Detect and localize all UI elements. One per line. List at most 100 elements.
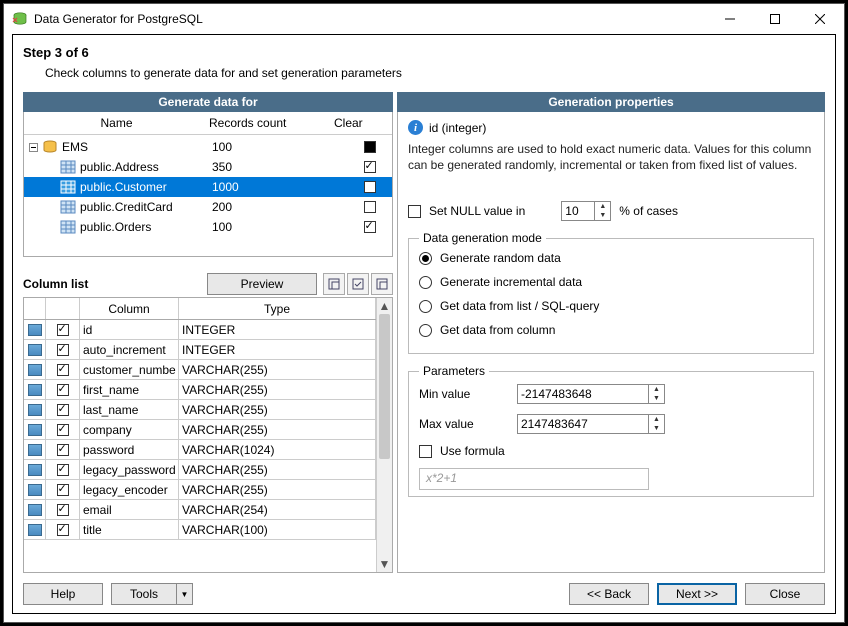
column-icon: [28, 424, 42, 436]
column-checkbox[interactable]: [57, 524, 69, 536]
column-row[interactable]: legacy_encoderVARCHAR(255): [24, 480, 376, 500]
column-icon: [28, 484, 42, 496]
close-button[interactable]: [797, 5, 842, 33]
column-info-title: id (integer): [429, 121, 486, 135]
tree-row[interactable]: public.Customer1000: [24, 177, 392, 197]
null-checkbox[interactable]: [408, 205, 421, 218]
mode-incremental-radio[interactable]: [419, 276, 432, 289]
column-icon: [28, 504, 42, 516]
clear-checkbox[interactable]: [364, 161, 376, 173]
column-scrollbar[interactable]: ▲ ▼: [376, 298, 392, 572]
column-name: legacy_password: [80, 460, 179, 480]
column-checkbox[interactable]: [57, 364, 69, 376]
column-type: VARCHAR(255): [179, 480, 376, 500]
tree-row[interactable]: public.Orders100: [24, 217, 392, 237]
mode-list-radio[interactable]: [419, 300, 432, 313]
tree-item-records: 100: [212, 140, 347, 154]
max-value-input[interactable]: [518, 415, 648, 433]
column-type: VARCHAR(255): [179, 360, 376, 380]
clear-checkbox[interactable]: [364, 181, 376, 193]
spinner-up-icon[interactable]: ▲: [595, 202, 610, 211]
min-value-spinner[interactable]: ▲▼: [517, 384, 665, 404]
column-name: auto_increment: [80, 340, 179, 360]
column-checkbox[interactable]: [57, 344, 69, 356]
column-checkbox[interactable]: [57, 384, 69, 396]
column-name: first_name: [80, 380, 179, 400]
null-label: Set NULL value in: [429, 204, 525, 218]
column-type: VARCHAR(255): [179, 400, 376, 420]
column-row[interactable]: emailVARCHAR(254): [24, 500, 376, 520]
column-row[interactable]: customer_numbeVARCHAR(255): [24, 360, 376, 380]
mode-random-radio[interactable]: [419, 252, 432, 265]
column-checkbox[interactable]: [57, 424, 69, 436]
null-suffix: % of cases: [619, 204, 678, 218]
use-formula-checkbox[interactable]: [419, 445, 432, 458]
column-checkbox[interactable]: [57, 464, 69, 476]
table-icon: [60, 220, 76, 234]
tree-row[interactable]: public.CreditCard200: [24, 197, 392, 217]
tree-item-records: 200: [212, 200, 347, 214]
minimize-button[interactable]: [707, 5, 752, 33]
close-footer-button[interactable]: Close: [745, 583, 825, 605]
formula-input[interactable]: x*2+1: [419, 468, 649, 490]
clear-checkbox[interactable]: [364, 201, 376, 213]
clear-checkbox[interactable]: [364, 221, 376, 233]
help-button[interactable]: Help: [23, 583, 103, 605]
scroll-up-icon[interactable]: ▲: [377, 298, 392, 314]
spinner-up-icon[interactable]: ▲: [649, 415, 664, 424]
min-value-input[interactable]: [518, 385, 648, 403]
app-window: Data Generator for PostgreSQL Step 3 of …: [3, 3, 845, 623]
null-percent-spinner[interactable]: ▲▼: [561, 201, 611, 221]
deselect-all-button[interactable]: [371, 273, 393, 295]
window-title: Data Generator for PostgreSQL: [34, 12, 707, 26]
tools-dropdown-button[interactable]: ▼: [177, 583, 193, 605]
spinner-down-icon[interactable]: ▼: [649, 394, 664, 403]
tools-button[interactable]: Tools: [111, 583, 177, 605]
null-percent-input[interactable]: [562, 202, 594, 220]
column-checkbox[interactable]: [57, 484, 69, 496]
column-row[interactable]: companyVARCHAR(255): [24, 420, 376, 440]
column-name: email: [80, 500, 179, 520]
column-name: last_name: [80, 400, 179, 420]
generation-mode-group: Data generation mode Generate random dat…: [408, 231, 814, 354]
tree-item-name: public.Customer: [80, 180, 212, 194]
column-icon: [28, 344, 42, 356]
column-type: VARCHAR(254): [179, 500, 376, 520]
tree-row[interactable]: public.Address350: [24, 157, 392, 177]
column-row[interactable]: idINTEGER: [24, 320, 376, 340]
column-icon: [28, 324, 42, 336]
clear-checkbox[interactable]: [364, 141, 376, 153]
spinner-up-icon[interactable]: ▲: [649, 385, 664, 394]
column-checkbox[interactable]: [57, 404, 69, 416]
min-label: Min value: [419, 387, 509, 401]
maximize-button[interactable]: [752, 5, 797, 33]
col-header-check: [46, 298, 80, 319]
column-row[interactable]: legacy_passwordVARCHAR(255): [24, 460, 376, 480]
spinner-down-icon[interactable]: ▼: [595, 211, 610, 220]
mode-incremental-label: Generate incremental data: [440, 275, 582, 289]
select-one-button[interactable]: [347, 273, 369, 295]
next-button[interactable]: Next >>: [657, 583, 737, 605]
mode-column-radio[interactable]: [419, 324, 432, 337]
preview-button[interactable]: Preview: [207, 273, 317, 295]
column-row[interactable]: titleVARCHAR(100): [24, 520, 376, 540]
tree-header: Name Records count Clear: [24, 112, 392, 135]
mode-list-label: Get data from list / SQL-query: [440, 299, 599, 313]
database-icon: [42, 140, 58, 154]
tree-row[interactable]: EMS100: [24, 137, 392, 157]
column-checkbox[interactable]: [57, 504, 69, 516]
column-row[interactable]: last_nameVARCHAR(255): [24, 400, 376, 420]
column-row[interactable]: first_nameVARCHAR(255): [24, 380, 376, 400]
column-row[interactable]: auto_incrementINTEGER: [24, 340, 376, 360]
scroll-down-icon[interactable]: ▼: [377, 556, 392, 572]
back-button[interactable]: << Back: [569, 583, 649, 605]
column-checkbox[interactable]: [57, 324, 69, 336]
col-header-column: Column: [80, 298, 179, 319]
spinner-down-icon[interactable]: ▼: [649, 424, 664, 433]
column-checkbox[interactable]: [57, 444, 69, 456]
info-icon: i: [408, 120, 423, 135]
column-row[interactable]: passwordVARCHAR(1024): [24, 440, 376, 460]
tables-tree: Name Records count Clear EMS100public.Ad…: [23, 112, 393, 257]
max-value-spinner[interactable]: ▲▼: [517, 414, 665, 434]
select-all-button[interactable]: [323, 273, 345, 295]
